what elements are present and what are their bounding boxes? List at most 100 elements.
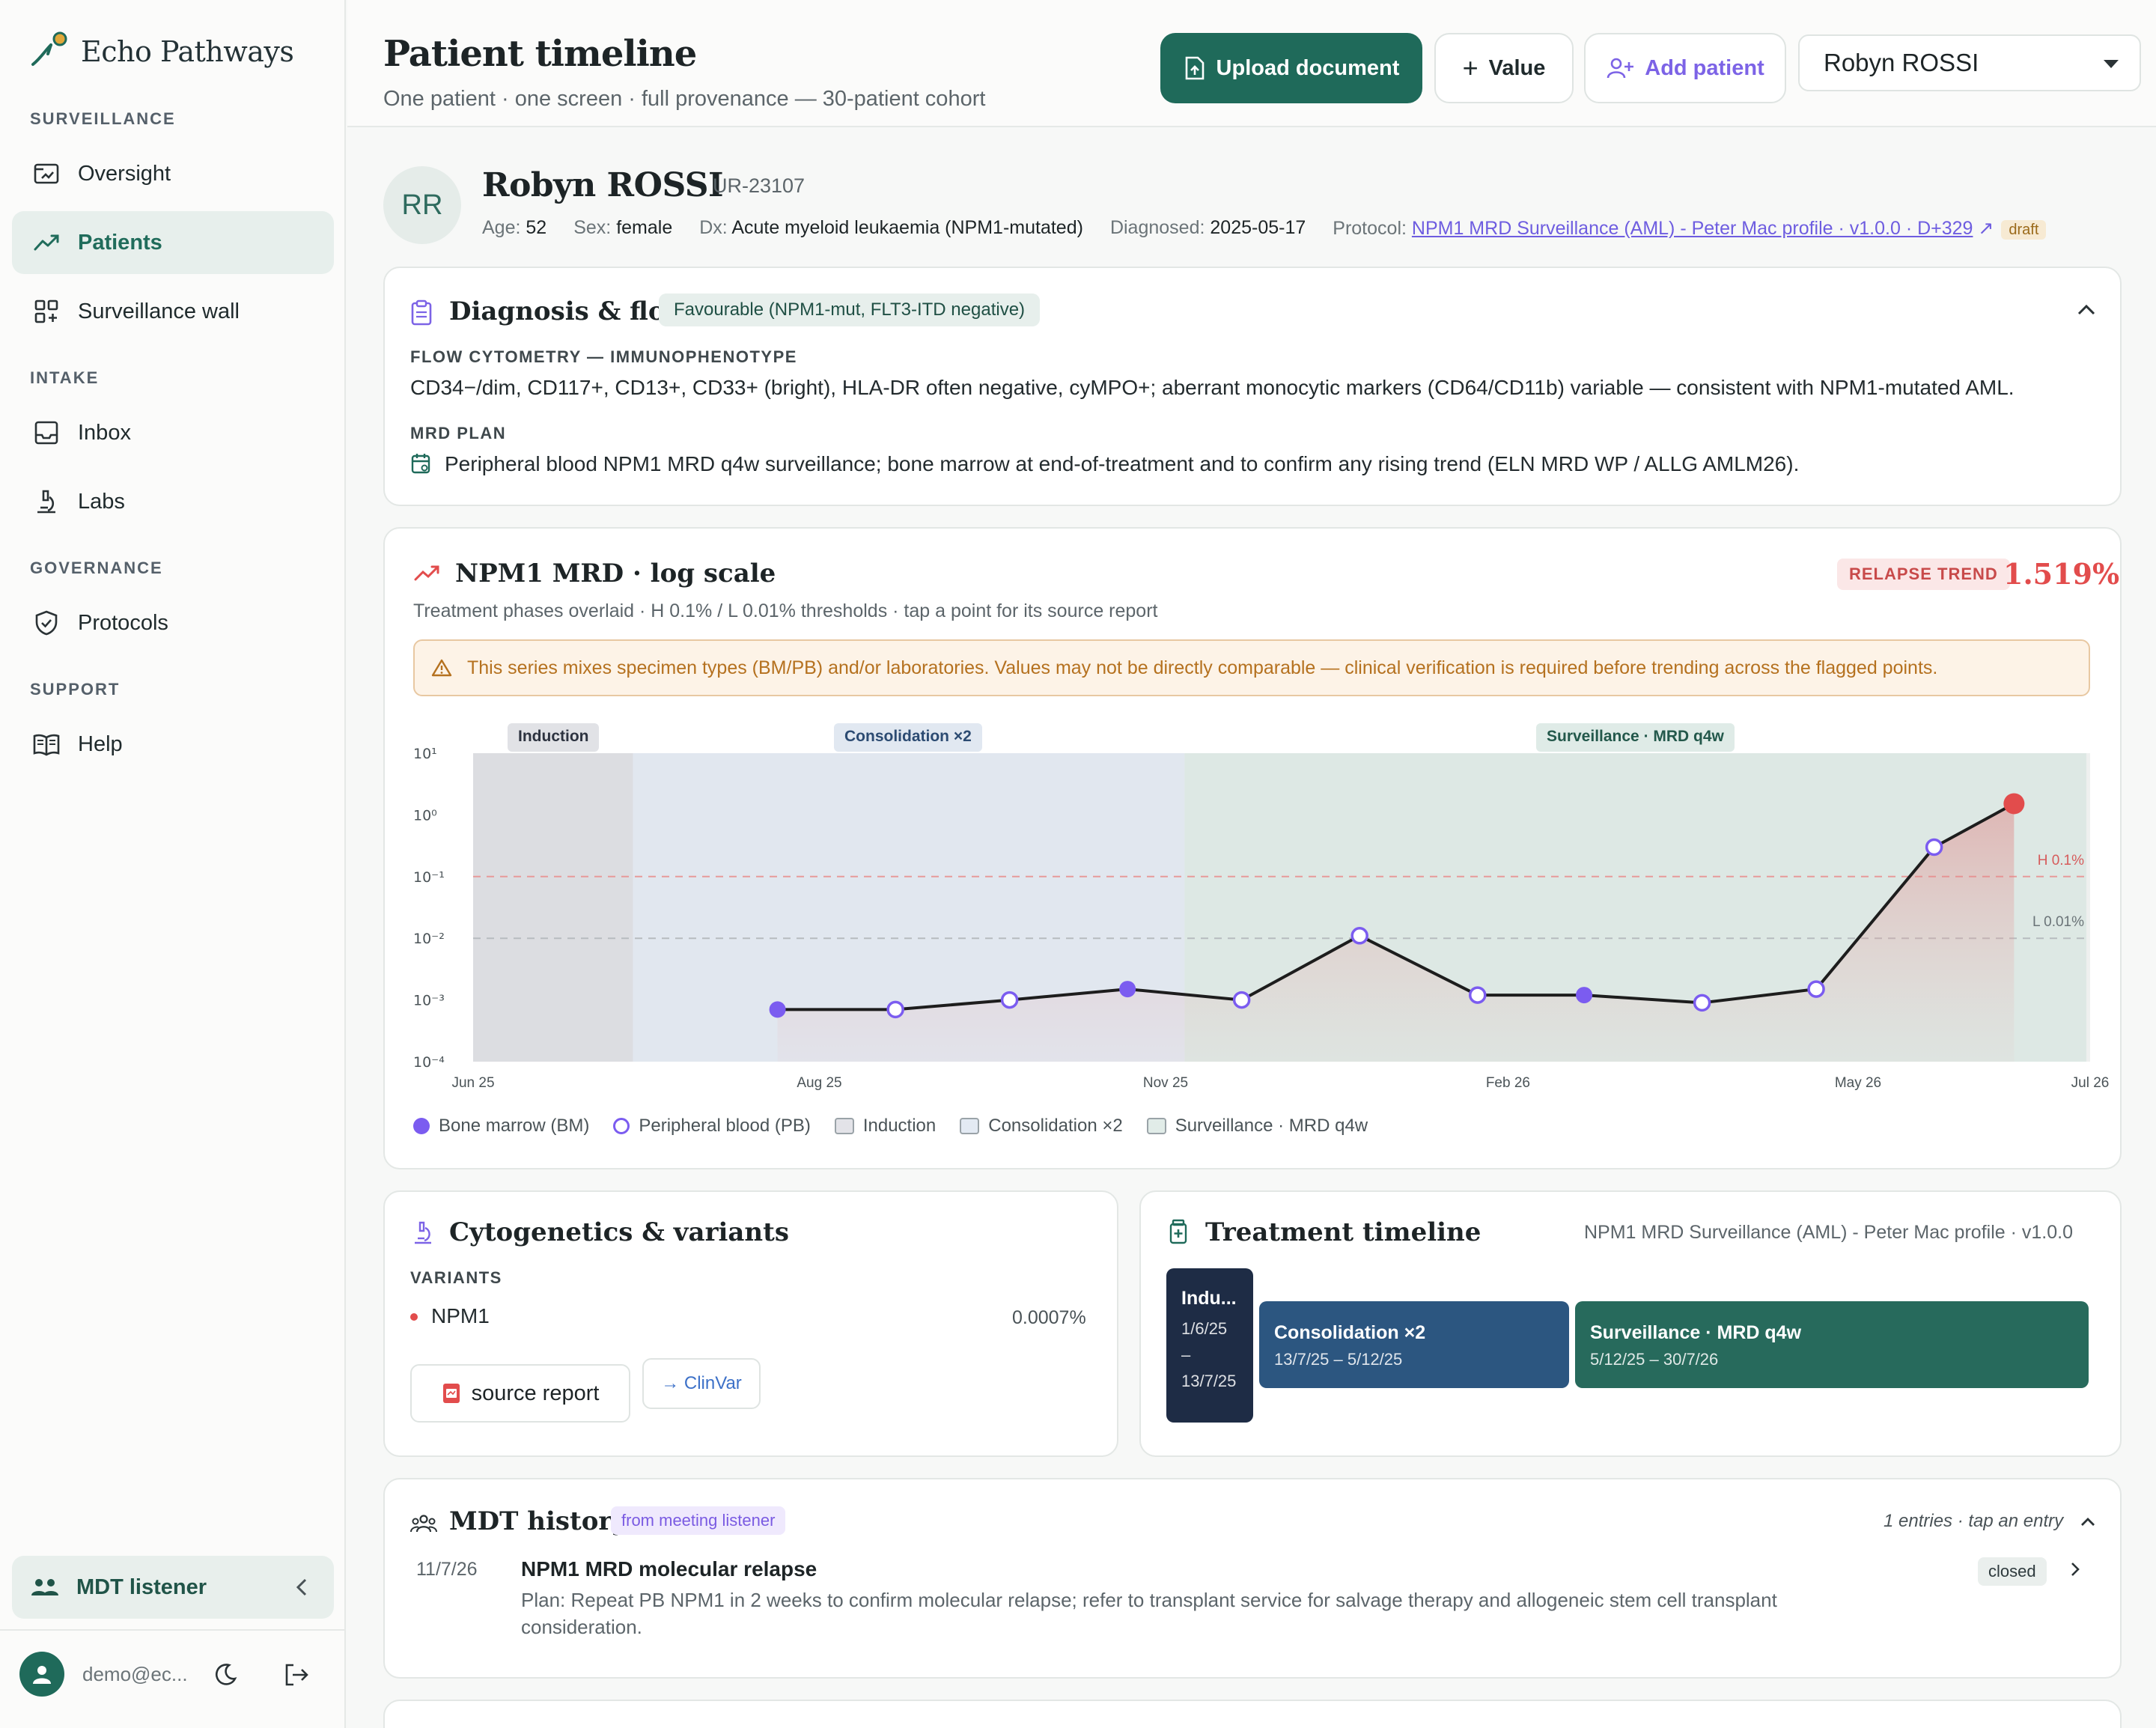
shield-check-icon <box>31 608 61 638</box>
user-avatar-icon[interactable] <box>19 1652 64 1697</box>
mdt-listener-button[interactable]: MDT listener <box>12 1556 334 1619</box>
diagnosis-title: Diagnosis & flow <box>449 296 687 326</box>
mdt-entry-count: 1 entries · tap an entry <box>1884 1511 2064 1531</box>
treatment-block-consolidation[interactable]: Consolidation ×2 13/7/25 – 5/12/25 <box>1259 1301 1569 1388</box>
treatment-block-name: Surveillance · MRD q4w <box>1590 1322 1802 1343</box>
treatment-block-dates: 1/6/25 – 13/7/25 <box>1181 1319 1237 1391</box>
people-icon <box>410 1514 437 1533</box>
treatment-block-dates: 13/7/25 – 5/12/25 <box>1274 1350 1403 1369</box>
latest-mrd-value: 1.519% <box>2003 557 2120 591</box>
sidebar-item-label: Surveillance wall <box>78 299 240 323</box>
mdt-history-title: MDT history <box>449 1506 627 1536</box>
mdt-source-badge: from meeting listener <box>611 1506 786 1535</box>
protocol-label: Protocol: <box>1333 218 1407 239</box>
pdf-icon <box>442 1382 461 1405</box>
sidebar-item-label: Oversight <box>78 161 171 186</box>
sidebar-item-protocols[interactable]: Protocols <box>12 591 334 654</box>
patient-diagnosed: 2025-05-17 <box>1210 217 1306 238</box>
legend-item-surveillance[interactable]: Surveillance · MRD q4w <box>1146 1116 1368 1137</box>
trend-up-icon <box>413 563 440 584</box>
oversight-icon <box>31 159 61 189</box>
plus-icon: + <box>1462 52 1479 83</box>
variant-dot <box>410 1313 418 1321</box>
pb-circle-icon <box>613 1118 630 1134</box>
add-value-button[interactable]: + Value <box>1434 33 1574 103</box>
clinvar-label: → ClinVar <box>661 1373 742 1393</box>
dark-mode-icon[interactable] <box>213 1662 238 1688</box>
mdt-status-badge: closed <box>1978 1557 2047 1586</box>
sidebar-item-labs[interactable]: Labs <box>12 470 334 533</box>
cytogenetics-title: Cytogenetics & variants <box>449 1217 790 1247</box>
mrd-chart-subtitle: Treatment phases overlaid · H 0.1% / L 0… <box>413 600 1158 621</box>
brand[interactable]: Echo Pathways <box>28 28 294 74</box>
user-row: demo@ec... <box>19 1652 188 1697</box>
legend-item-induction[interactable]: Induction <box>834 1116 937 1137</box>
bm-dot-icon <box>413 1118 430 1134</box>
legend-item-pb[interactable]: Peripheral blood (PB) <box>613 1116 811 1137</box>
sidebar-item-label: Inbox <box>78 420 131 445</box>
collapse-up-icon[interactable] <box>2080 1515 2096 1527</box>
legend-label: Surveillance · MRD q4w <box>1175 1116 1368 1136</box>
sidebar-item-patients[interactable]: Patients <box>12 211 334 274</box>
treatment-title: Treatment timeline <box>1205 1217 1482 1247</box>
phase-tag-surveillance: Surveillance · MRD q4w <box>1536 723 1735 752</box>
add-patient-label: Add patient <box>1645 55 1764 80</box>
treatment-block-dates: 5/12/25 – 30/7/26 <box>1590 1350 1719 1369</box>
sidebar-item-surveillance-wall[interactable]: Surveillance wall <box>12 280 334 343</box>
source-report-button[interactable]: source report <box>410 1364 630 1423</box>
brand-name: Echo Pathways <box>81 34 294 68</box>
treatment-block-induction[interactable]: Indu... 1/6/25 – 13/7/25 <box>1166 1268 1253 1423</box>
sidebar-item-oversight[interactable]: Oversight <box>12 142 334 205</box>
clinvar-link[interactable]: → ClinVar <box>642 1358 761 1409</box>
chevron-right-icon[interactable] <box>2069 1560 2081 1578</box>
patient-select-value: Robyn ROSSI <box>1824 49 1979 76</box>
collapse-up-icon[interactable] <box>2077 302 2096 316</box>
collapse-chevron-icon[interactable] <box>295 1577 310 1598</box>
consolidation-swatch <box>960 1118 980 1134</box>
sidebar-item-label: Labs <box>78 489 125 514</box>
sidebar-item-label: Help <box>78 731 123 756</box>
upload-document-button[interactable]: Upload document <box>1160 33 1422 103</box>
legend-label: Consolidation ×2 <box>988 1116 1123 1136</box>
protocol-link[interactable]: NPM1 MRD Surveillance (AML) - Peter Mac … <box>1412 218 1973 239</box>
risk-badge: Favourable (NPM1-mut, FLT3-ITD negative) <box>659 293 1041 326</box>
treatment-protocol: NPM1 MRD Surveillance (AML) - Peter Mac … <box>1584 1222 2073 1243</box>
logout-icon[interactable] <box>283 1662 310 1688</box>
add-value-label: Value <box>1488 55 1546 80</box>
legend-item-consolidation[interactable]: Consolidation ×2 <box>960 1116 1123 1137</box>
next-card <box>383 1700 2122 1728</box>
diagnosed-label: Diagnosed: <box>1109 217 1205 238</box>
variant-name: NPM1 <box>431 1304 490 1327</box>
section-label-intake: INTAKE <box>30 368 100 387</box>
chart-legend: Bone marrow (BM) Peripheral blood (PB) I… <box>413 1116 1368 1137</box>
external-link-icon[interactable]: ↗ <box>1978 218 1994 239</box>
legend-item-bm[interactable]: Bone marrow (BM) <box>413 1116 589 1137</box>
treatment-block-name: Consolidation ×2 <box>1274 1322 1426 1343</box>
clipboard-icon <box>410 299 433 326</box>
inbox-icon <box>31 418 61 448</box>
add-patient-button[interactable]: Add patient <box>1584 33 1786 103</box>
mdt-entry-title: NPM1 MRD molecular relapse <box>521 1557 817 1581</box>
user-email: demo@ec... <box>82 1662 188 1685</box>
source-report-label: source report <box>471 1381 600 1405</box>
surveillance-swatch <box>1146 1118 1166 1134</box>
legend-label: Bone marrow (BM) <box>439 1116 590 1136</box>
patient-select[interactable]: Robyn ROSSI <box>1798 34 2141 91</box>
chevron-down-icon <box>2104 60 2119 68</box>
treatment-block-surveillance[interactable]: Surveillance · MRD q4w 5/12/25 – 30/7/26 <box>1575 1301 2089 1388</box>
sidebar-item-help[interactable]: Help <box>12 713 334 776</box>
specimen-warning-text: This series mixes specimen types (BM/PB)… <box>467 657 1938 678</box>
user-plus-icon <box>1606 56 1634 80</box>
sidebar-item-inbox[interactable]: Inbox <box>12 401 334 464</box>
patient-sex: female <box>616 217 673 238</box>
mrd-plan-label: MRD PLAN <box>410 424 507 442</box>
legend-label: Induction <box>862 1116 937 1136</box>
mdt-listener-label: MDT listener <box>76 1575 207 1599</box>
page-header: Patient timeline One patient · one scree… <box>347 0 2156 127</box>
flow-text: CD34−/dim, CD117+, CD13+, CD33+ (bright)… <box>410 376 2015 399</box>
patient-dx: Acute myeloid leukaemia (NPM1-mutated) <box>731 217 1083 238</box>
patient-meta: Age: 52 Sex: female Dx: Acute myeloid le… <box>482 217 2047 240</box>
mrd-plan-text: Peripheral blood NPM1 MRD q4w surveillan… <box>445 452 1800 475</box>
dx-label: Dx: <box>699 217 728 238</box>
phase-tag-induction: Induction <box>508 723 600 752</box>
